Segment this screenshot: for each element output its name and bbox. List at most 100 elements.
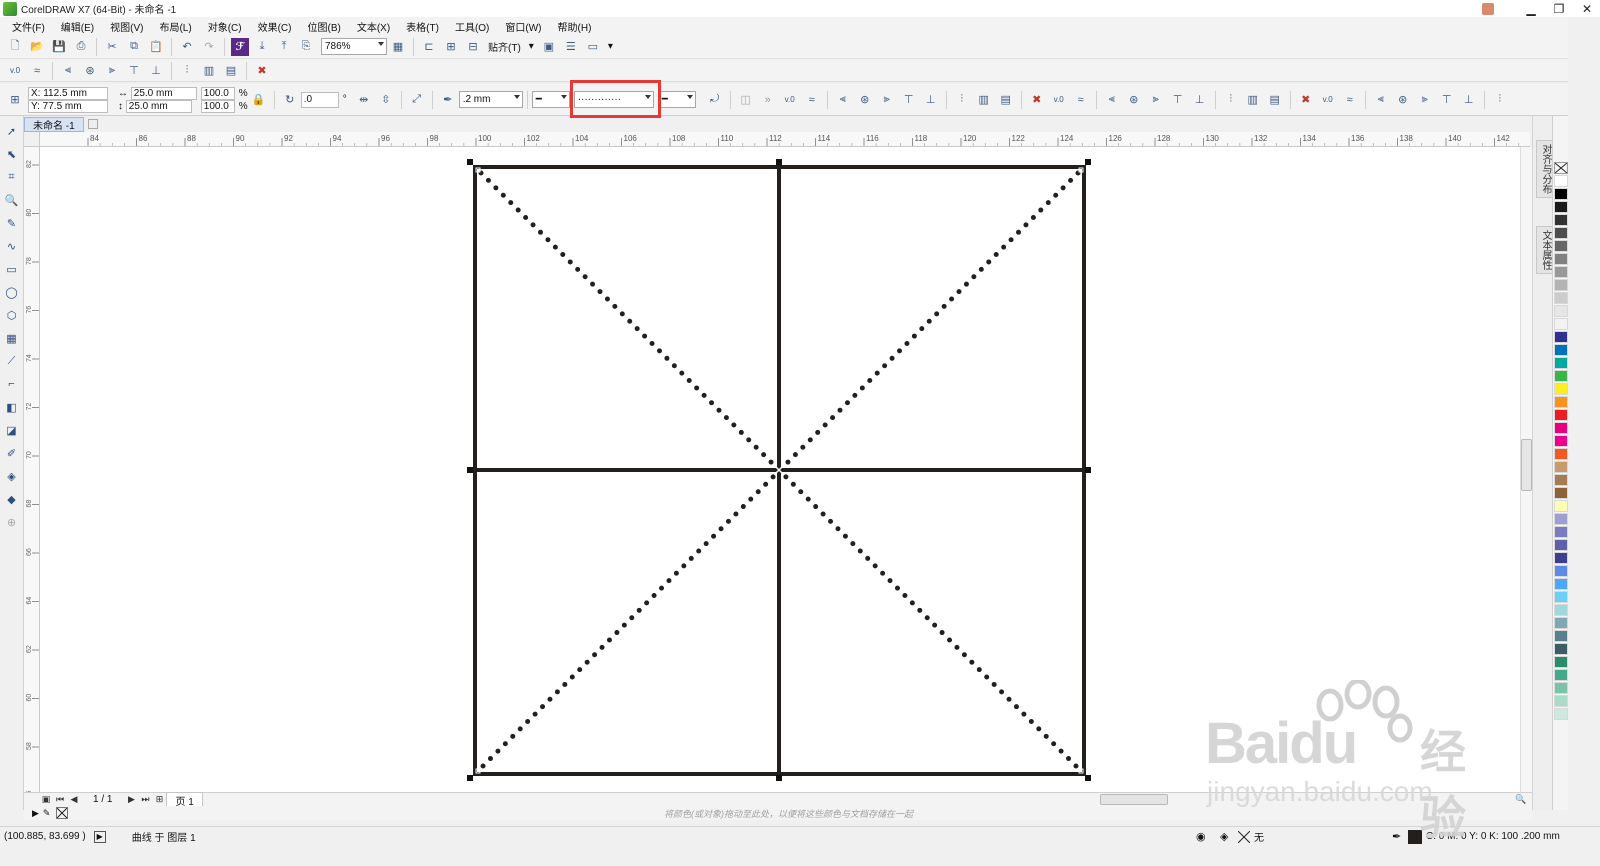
color-swatch[interactable]	[1554, 578, 1568, 590]
color-swatch[interactable]	[1554, 539, 1568, 551]
align-bottom-icon[interactable]: ⊥	[922, 91, 940, 109]
color-swatch[interactable]	[1554, 318, 1568, 330]
align-right-icon[interactable]: ⫸	[878, 91, 896, 109]
crop-tool-icon[interactable]: ⌗	[3, 168, 21, 186]
horizontal-ruler[interactable]: 84 86 88 90 92 94 96 98 100 102 104 106 108 110 112 114…	[40, 132, 1530, 147]
color-swatch[interactable]	[1554, 409, 1568, 421]
color-swatch[interactable]	[1554, 188, 1568, 200]
align-bottom-icon[interactable]: ⊥	[1191, 91, 1209, 109]
end-arrowhead-select[interactable]: ━	[657, 91, 696, 108]
color-swatch[interactable]	[1554, 487, 1568, 499]
connector-tool-icon[interactable]: ⌐	[3, 375, 21, 393]
text-properties-icon[interactable]: ≈	[1341, 91, 1359, 109]
print-icon[interactable]: ⎙	[72, 38, 90, 56]
ruler-origin[interactable]	[24, 132, 40, 147]
color-swatch[interactable]	[1554, 305, 1568, 317]
color-swatch[interactable]	[1554, 682, 1568, 694]
menu-bitmaps[interactable]: 位图(B)	[299, 19, 348, 34]
zoom-icon[interactable]: 🔍	[1515, 794, 1527, 806]
menu-file[interactable]: 文件(F)	[4, 19, 53, 34]
more-icon[interactable]: »	[759, 91, 777, 109]
color-swatch[interactable]	[1554, 643, 1568, 655]
menu-layout[interactable]: 布局(L)	[151, 19, 199, 34]
object-origin-icon[interactable]: ⊞	[6, 91, 24, 109]
scale-with-image-icon[interactable]: ⤢	[408, 91, 426, 109]
color-swatch[interactable]	[1554, 500, 1568, 512]
eyedropper-icon[interactable]: ✎	[43, 808, 51, 819]
color-swatch[interactable]	[1554, 617, 1568, 629]
color-swatch[interactable]	[1554, 175, 1568, 187]
menu-object[interactable]: 对象(C)	[200, 19, 250, 34]
color-swatch[interactable]	[1554, 708, 1568, 720]
group-icon[interactable]: ▤	[222, 62, 240, 80]
minimize-button[interactable]: ▁	[1524, 2, 1538, 16]
color-swatch[interactable]	[1554, 266, 1568, 278]
mirror-horizontal-icon[interactable]: ⇹	[355, 91, 373, 109]
text-align-icon[interactable]: v.0	[6, 62, 24, 80]
first-page-icon[interactable]: ⏮	[54, 794, 66, 806]
color-swatch[interactable]	[1554, 461, 1568, 473]
reverse-direction-icon[interactable]: ⤾	[706, 91, 724, 109]
scale-height-field[interactable]: 100.0	[200, 99, 235, 113]
user-icon[interactable]	[1482, 2, 1494, 15]
color-swatch[interactable]	[1554, 383, 1568, 395]
pick-tool-icon[interactable]: ➚	[3, 122, 21, 140]
color-swatch[interactable]	[1554, 279, 1568, 291]
color-swatch[interactable]	[1554, 240, 1568, 252]
rectangle-tool-icon[interactable]: ▭	[3, 260, 21, 278]
align-left-icon[interactable]: ⫷	[1103, 91, 1121, 109]
color-swatch[interactable]	[1554, 331, 1568, 343]
rotation-angle-field[interactable]: .0	[300, 91, 339, 108]
distribute-icon[interactable]: ⫶	[1491, 91, 1509, 109]
distribute-spacing-icon[interactable]: ▥	[975, 91, 993, 109]
color-swatch[interactable]	[1554, 591, 1568, 603]
copy-icon[interactable]: ⧉	[125, 38, 143, 56]
color-swatch[interactable]	[1554, 370, 1568, 382]
color-swatch[interactable]	[1554, 357, 1568, 369]
rotate-icon[interactable]: ↻	[281, 91, 299, 109]
align-right-icon[interactable]: ⫸	[1416, 91, 1434, 109]
publish-pdf-icon[interactable]: ⎘	[297, 38, 315, 56]
align-bottom-icon[interactable]: ⊥	[1460, 91, 1478, 109]
start-arrowhead-select[interactable]: ━	[531, 91, 570, 108]
no-color-swatch[interactable]	[1554, 162, 1568, 174]
distribute-icon[interactable]: ⫶	[953, 91, 971, 109]
eyedropper-tool-icon[interactable]: ✐	[3, 444, 21, 462]
align-right-icon[interactable]: ⫸	[1147, 91, 1165, 109]
mirror-vertical-icon[interactable]: ⇳	[377, 91, 395, 109]
document-tab[interactable]: 未命名 -1	[24, 116, 84, 132]
color-swatch[interactable]	[1554, 526, 1568, 538]
close-curve-icon[interactable]: ◫	[737, 91, 755, 109]
drawing-canvas[interactable]	[40, 147, 1520, 792]
full-screen-preview-icon[interactable]: ▦	[389, 38, 407, 56]
text-align-icon[interactable]: v.0	[781, 91, 799, 109]
color-swatch[interactable]	[1554, 422, 1568, 434]
menu-window[interactable]: 窗口(W)	[497, 19, 549, 34]
color-swatch[interactable]	[1554, 604, 1568, 616]
color-swatch[interactable]	[1554, 435, 1568, 447]
menu-effects[interactable]: 效果(C)	[250, 19, 300, 34]
align-top-icon[interactable]: ⊤	[1438, 91, 1456, 109]
ellipse-tool-icon[interactable]: ◯	[3, 283, 21, 301]
menu-view[interactable]: 视图(V)	[102, 19, 151, 34]
previous-page-icon[interactable]: ◀	[68, 794, 80, 806]
distribute-icon[interactable]: ⫶	[178, 62, 196, 80]
drop-shadow-icon[interactable]: ◧	[3, 398, 21, 416]
align-left-icon[interactable]: ⫷	[59, 62, 77, 80]
maximize-button[interactable]: ❐	[1552, 2, 1566, 16]
lock-ratio-icon[interactable]: 🔒	[250, 91, 268, 109]
smart-fill-icon[interactable]: ◆	[3, 490, 21, 508]
interactive-fill-icon[interactable]: ◈	[3, 467, 21, 485]
shape-tool-icon[interactable]: ⬉	[3, 145, 21, 163]
line-style-select[interactable]: ·············	[573, 91, 654, 108]
text-properties-icon[interactable]: ≈	[28, 62, 46, 80]
menu-edit[interactable]: 编辑(E)	[53, 19, 102, 34]
color-swatch[interactable]	[1554, 201, 1568, 213]
vertical-ruler[interactable]: 8280787674727068666462605856	[24, 147, 40, 792]
align-top-icon[interactable]: ⊤	[125, 62, 143, 80]
color-swatch[interactable]	[1554, 227, 1568, 239]
y-position-field[interactable]: Y: 77.5 mm	[28, 99, 108, 113]
text-align-icon[interactable]: v.0	[1319, 91, 1337, 109]
color-swatch[interactable]	[1554, 513, 1568, 525]
outline-width-select[interactable]: .2 mm	[458, 91, 523, 108]
